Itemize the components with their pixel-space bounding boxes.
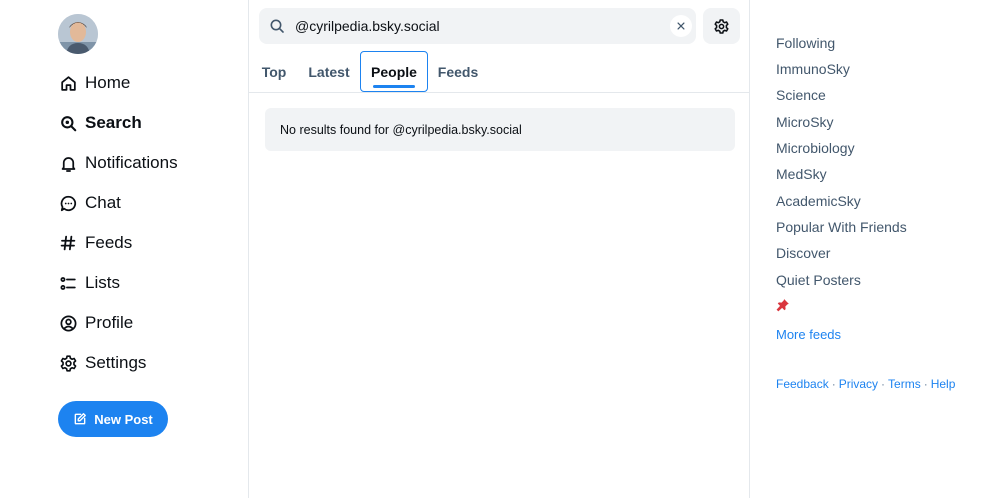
search-icon <box>58 113 78 133</box>
nav-label: Chat <box>85 193 121 212</box>
nav-item-settings[interactable]: Settings <box>58 347 228 379</box>
nav-label: Feeds <box>85 233 133 252</box>
nav-label: Home <box>85 73 131 92</box>
feed-link[interactable]: Microbiology <box>776 140 855 156</box>
terms-link[interactable]: Terms <box>888 377 921 391</box>
search-bar <box>259 8 696 44</box>
tab-people[interactable]: People <box>360 51 428 92</box>
feed-link[interactable]: Following <box>776 35 835 51</box>
feed-link[interactable]: Science <box>776 87 826 103</box>
new-post-button[interactable]: New Post <box>58 401 168 437</box>
gear-icon <box>713 18 730 35</box>
tab-label: Top <box>261 63 287 80</box>
footer-separator: · <box>923 377 928 391</box>
gear-icon <box>58 353 78 373</box>
pushpin-icon[interactable] <box>776 298 790 312</box>
avatar[interactable] <box>58 14 98 54</box>
tab-label: People <box>371 63 417 80</box>
nav-label: Search <box>85 113 142 132</box>
nav-item-feeds[interactable]: Feeds <box>58 227 228 259</box>
feed-link[interactable]: Popular With Friends <box>776 219 907 235</box>
nav-label: Lists <box>85 273 120 292</box>
nav-item-lists[interactable]: Lists <box>58 267 228 299</box>
footer-separator: · <box>831 377 836 391</box>
avatar-image <box>58 14 98 54</box>
tab-top[interactable]: Top <box>251 51 297 92</box>
feed-link[interactable]: MicroSky <box>776 114 834 130</box>
right-sidebar: Following ImmunoSky Science MicroSky Mic… <box>776 0 1000 498</box>
compose-icon <box>73 412 87 426</box>
nav-label: Notifications <box>85 153 178 172</box>
nav-label: Settings <box>85 353 147 372</box>
home-icon <box>58 73 78 93</box>
app-root: Home Search Notifications Chat Feeds Lis… <box>0 0 1000 498</box>
tab-feeds[interactable]: Feeds <box>431 51 485 92</box>
search-tabs: Top Latest People Feeds <box>249 51 749 93</box>
tab-label: Feeds <box>437 63 479 80</box>
footer-links: Feedback · Privacy · Terms · Help <box>776 377 955 391</box>
clear-search-button[interactable] <box>670 15 692 37</box>
search-settings-button[interactable] <box>703 8 740 44</box>
nav-item-chat[interactable]: Chat <box>58 187 228 219</box>
tab-label: Latest <box>308 63 350 80</box>
nav-item-notifications[interactable]: Notifications <box>58 147 228 179</box>
close-icon <box>676 21 686 31</box>
privacy-link[interactable]: Privacy <box>839 377 878 391</box>
list-icon <box>58 273 78 293</box>
search-main: Top Latest People Feeds No results found… <box>248 0 750 498</box>
search-icon <box>269 18 285 34</box>
search-input[interactable] <box>293 8 663 44</box>
feed-link[interactable]: Discover <box>776 245 830 261</box>
active-tab-indicator <box>373 85 415 88</box>
bell-icon <box>58 153 78 173</box>
nav-label: Profile <box>85 313 134 332</box>
chat-bubble-icon <box>58 193 78 213</box>
nav-item-search[interactable]: Search <box>58 107 228 139</box>
feed-link[interactable]: Quiet Posters <box>776 272 861 288</box>
tab-latest[interactable]: Latest <box>301 51 357 92</box>
feed-link[interactable]: MedSky <box>776 166 827 182</box>
nav-item-home[interactable]: Home <box>58 67 228 99</box>
empty-results-message: No results found for @cyrilpedia.bsky.so… <box>265 108 735 151</box>
feedback-link[interactable]: Feedback <box>776 377 829 391</box>
new-post-label: New Post <box>94 411 153 427</box>
feed-link[interactable]: ImmunoSky <box>776 61 850 77</box>
user-circle-icon <box>58 313 78 333</box>
more-feeds-link[interactable]: More feeds <box>776 327 841 342</box>
empty-results-text: No results found for @cyrilpedia.bsky.so… <box>280 122 522 137</box>
footer-separator: · <box>881 377 886 391</box>
help-link[interactable]: Help <box>931 377 956 391</box>
hash-icon <box>58 233 78 253</box>
left-nav: Home Search Notifications Chat Feeds Lis… <box>0 0 248 498</box>
nav-item-profile[interactable]: Profile <box>58 307 228 339</box>
feed-link[interactable]: AcademicSky <box>776 193 861 209</box>
